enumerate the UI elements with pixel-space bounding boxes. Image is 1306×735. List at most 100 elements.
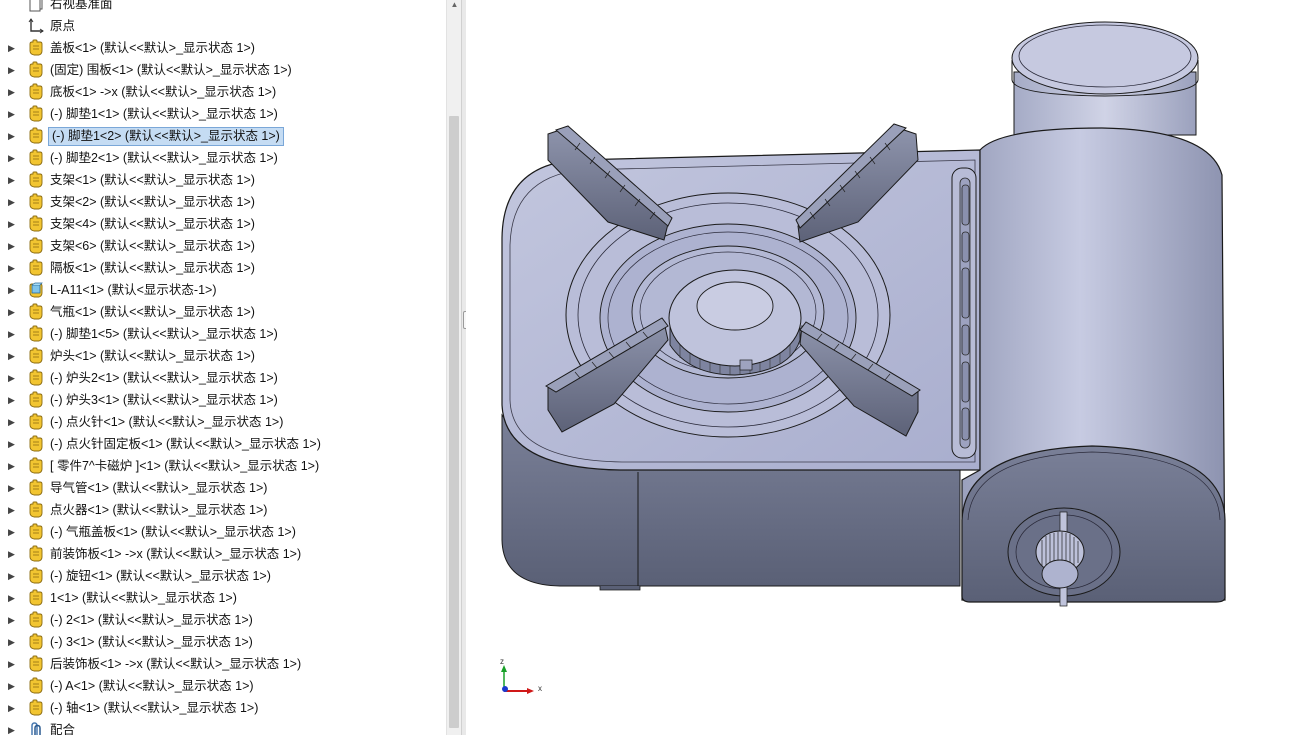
assembly-icon — [27, 281, 45, 299]
tree-item[interactable]: ▶ (-) 点火针<1> (默认<<默认>_显示状态 1>) — [0, 411, 446, 433]
expand-arrow-icon[interactable]: ▶ — [8, 213, 16, 235]
tree-item[interactable]: ▶ (-) 脚垫2<1> (默认<<默认>_显示状态 1>) — [0, 147, 446, 169]
tree-item[interactable]: ▶ 支架<6> (默认<<默认>_显示状态 1>) — [0, 235, 446, 257]
scroll-thumb[interactable] — [449, 116, 459, 728]
expand-arrow-icon[interactable]: ▶ — [8, 587, 16, 609]
tree-item[interactable]: ▶ L-A11<1> (默认<显示状态-1>) — [0, 279, 446, 301]
tree-item[interactable]: ▶ 盖板<1> (默认<<默认>_显示状态 1>) — [0, 37, 446, 59]
expand-arrow-icon[interactable]: ▶ — [8, 279, 16, 301]
part-icon — [27, 259, 45, 277]
part-icon — [27, 611, 45, 629]
tree-item[interactable]: ▶ (-) 3<1> (默认<<默认>_显示状态 1>) — [0, 631, 446, 653]
tree-item-label: 支架<6> (默认<<默认>_显示状态 1>) — [50, 239, 255, 253]
expand-arrow-icon[interactable]: ▶ — [8, 389, 16, 411]
tree-item[interactable]: 原点 — [0, 15, 446, 37]
tree-item-label: 原点 — [50, 19, 76, 33]
expand-arrow-icon[interactable]: ▶ — [8, 499, 16, 521]
tree-item[interactable]: ▶ 前装饰板<1> ->x (默认<<默认>_显示状态 1>) — [0, 543, 446, 565]
part-icon — [27, 61, 45, 79]
expand-arrow-icon[interactable]: ▶ — [8, 455, 16, 477]
expand-arrow-icon[interactable]: ▶ — [8, 301, 16, 323]
expand-arrow-icon[interactable]: ▶ — [8, 257, 16, 279]
part-icon — [27, 171, 45, 189]
plane-icon — [27, 0, 45, 13]
tree-item-label: 点火器<1> (默认<<默认>_显示状态 1>) — [50, 503, 268, 517]
part-icon — [27, 127, 45, 145]
tree-item[interactable]: ▶ (-) A<1> (默认<<默认>_显示状态 1>) — [0, 675, 446, 697]
tree-item[interactable]: ▶ [ 零件7^卡磁炉 ]<1> (默认<<默认>_显示状态 1>) — [0, 455, 446, 477]
tree-item[interactable]: ▶ (-) 脚垫1<5> (默认<<默认>_显示状态 1>) — [0, 323, 446, 345]
part-icon — [27, 435, 45, 453]
expand-arrow-icon[interactable]: ▶ — [8, 543, 16, 565]
tree-item-label: 支架<2> (默认<<默认>_显示状态 1>) — [50, 195, 255, 209]
part-icon — [27, 457, 45, 475]
tree-item-label: (-) 3<1> (默认<<默认>_显示状态 1>) — [50, 635, 253, 649]
expand-arrow-icon[interactable]: ▶ — [8, 609, 16, 631]
expand-arrow-icon[interactable]: ▶ — [8, 719, 16, 735]
view-triad: z x — [496, 655, 556, 700]
tree-item[interactable]: ▶ (固定) 围板<1> (默认<<默认>_显示状态 1>) — [0, 59, 446, 81]
expand-arrow-icon[interactable]: ▶ — [8, 323, 16, 345]
expand-arrow-icon[interactable]: ▶ — [8, 191, 16, 213]
expand-arrow-icon[interactable]: ▶ — [8, 675, 16, 697]
expand-arrow-icon[interactable]: ▶ — [8, 345, 16, 367]
tree-item[interactable]: ▶ (-) 2<1> (默认<<默认>_显示状态 1>) — [0, 609, 446, 631]
expand-arrow-icon[interactable]: ▶ — [8, 697, 16, 719]
expand-arrow-icon[interactable]: ▶ — [8, 433, 16, 455]
stove-model-view[interactable] — [466, 0, 1306, 735]
expand-arrow-icon[interactable]: ▶ — [8, 103, 16, 125]
tree-item[interactable]: ▶ (-) 脚垫1<1> (默认<<默认>_显示状态 1>) — [0, 103, 446, 125]
part-icon — [27, 369, 45, 387]
tree-item[interactable]: ▶ 支架<1> (默认<<默认>_显示状态 1>) — [0, 169, 446, 191]
tree-item-label: 后装饰板<1> ->x (默认<<默认>_显示状态 1>) — [50, 657, 302, 671]
tree-item[interactable]: ▶ 支架<2> (默认<<默认>_显示状态 1>) — [0, 191, 446, 213]
expand-arrow-icon[interactable]: ▶ — [8, 235, 16, 257]
tree-item-label: 隔板<1> (默认<<默认>_显示状态 1>) — [50, 261, 255, 275]
tree-item[interactable]: ▶ 炉头<1> (默认<<默认>_显示状态 1>) — [0, 345, 446, 367]
tree-item-label: (-) 点火针<1> (默认<<默认>_显示状态 1>) — [50, 415, 284, 429]
expand-arrow-icon[interactable]: ▶ — [8, 125, 16, 147]
tree-item[interactable]: ▶ 导气管<1> (默认<<默认>_显示状态 1>) — [0, 477, 446, 499]
tree-item[interactable]: ▶ (-) 旋钮<1> (默认<<默认>_显示状态 1>) — [0, 565, 446, 587]
mates-icon — [27, 721, 45, 735]
tree-item[interactable]: ▶ 点火器<1> (默认<<默认>_显示状态 1>) — [0, 499, 446, 521]
tree-item[interactable]: ▶ 气瓶<1> (默认<<默认>_显示状态 1>) — [0, 301, 446, 323]
feature-manager-tree: 右视基准面原点 ▶ 盖板<1> (默认<<默认>_显示状态 1>) ▶ (固定) 围板<… — [0, 0, 446, 735]
tree-item[interactable]: ▶ 底板<1> ->x (默认<<默认>_显示状态 1>) — [0, 81, 446, 103]
tree-item-label: (-) 脚垫1<5> (默认<<默认>_显示状态 1>) — [50, 327, 278, 341]
tree-item-label: 气瓶<1> (默认<<默认>_显示状态 1>) — [50, 305, 255, 319]
tree-item[interactable]: ▶ 隔板<1> (默认<<默认>_显示状态 1>) — [0, 257, 446, 279]
expand-arrow-icon[interactable]: ▶ — [8, 59, 16, 81]
expand-arrow-icon[interactable]: ▶ — [8, 411, 16, 433]
tree-item[interactable]: 右视基准面 — [0, 0, 446, 15]
expand-arrow-icon[interactable]: ▶ — [8, 565, 16, 587]
part-icon — [27, 105, 45, 123]
tree-item-label: (固定) 围板<1> (默认<<默认>_显示状态 1>) — [50, 63, 292, 77]
tree-item[interactable]: ▶ (-) 点火针固定板<1> (默认<<默认>_显示状态 1>) — [0, 433, 446, 455]
tree-item-label: [ 零件7^卡磁炉 ]<1> (默认<<默认>_显示状态 1>) — [50, 459, 320, 473]
tree-item[interactable]: ▶ 1<1> (默认<<默认>_显示状态 1>) — [0, 587, 446, 609]
expand-arrow-icon[interactable]: ▶ — [8, 367, 16, 389]
tree-item[interactable]: ▶ 配合 — [0, 719, 446, 735]
expand-arrow-icon[interactable]: ▶ — [8, 37, 16, 59]
origin-icon — [27, 17, 45, 35]
graphics-area[interactable]: z x — [466, 0, 1306, 735]
expand-arrow-icon[interactable]: ▶ — [8, 81, 16, 103]
tree-item-label: 导气管<1> (默认<<默认>_显示状态 1>) — [50, 481, 268, 495]
tree-item[interactable]: ▶ (-) 轴<1> (默认<<默认>_显示状态 1>) — [0, 697, 446, 719]
tree-item[interactable]: ▶ (-) 炉头2<1> (默认<<默认>_显示状态 1>) — [0, 367, 446, 389]
tree-item[interactable]: ▶ (-) 气瓶盖板<1> (默认<<默认>_显示状态 1>) — [0, 521, 446, 543]
expand-arrow-icon[interactable]: ▶ — [8, 147, 16, 169]
part-icon — [27, 325, 45, 343]
tree-item[interactable]: ▶ 后装饰板<1> ->x (默认<<默认>_显示状态 1>) — [0, 653, 446, 675]
expand-arrow-icon[interactable]: ▶ — [8, 631, 16, 653]
tree-scrollbar[interactable]: ▲ — [446, 0, 462, 735]
expand-arrow-icon[interactable]: ▶ — [8, 477, 16, 499]
scroll-up-arrow-icon[interactable]: ▲ — [449, 0, 460, 10]
expand-arrow-icon[interactable]: ▶ — [8, 653, 16, 675]
expand-arrow-icon[interactable]: ▶ — [8, 169, 16, 191]
tree-item[interactable]: ▶ 支架<4> (默认<<默认>_显示状态 1>) — [0, 213, 446, 235]
expand-arrow-icon[interactable]: ▶ — [8, 521, 16, 543]
tree-item[interactable]: ▶ (-) 炉头3<1> (默认<<默认>_显示状态 1>) — [0, 389, 446, 411]
tree-item[interactable]: ▶ (-) 脚垫1<2> (默认<<默认>_显示状态 1>) — [0, 125, 446, 147]
